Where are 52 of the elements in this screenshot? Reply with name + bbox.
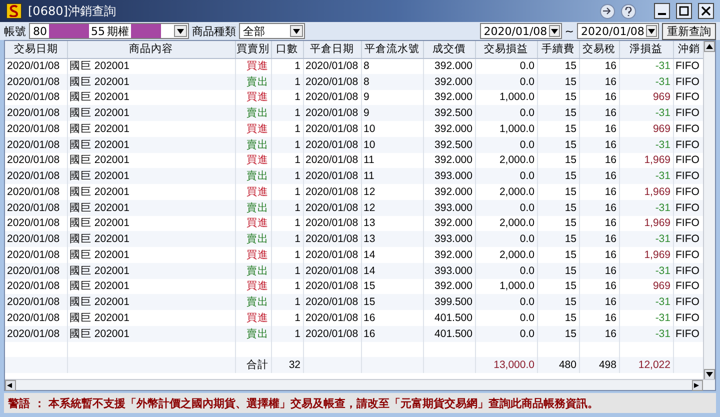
help-icon[interactable] xyxy=(621,4,636,18)
table-cell: 12,022 xyxy=(619,357,673,373)
column-header[interactable]: 交易稅 xyxy=(579,41,619,58)
dropdown-icon xyxy=(290,25,303,37)
redaction-block xyxy=(49,24,89,38)
scroll-right-icon[interactable] xyxy=(692,380,703,391)
warning-text: 警語 ： 本系統暫不支援「外幣計價之國內期貨、選擇權」交易及帳查，請改至「元富期貨交易網」查詢此商品帳務資訊。 xyxy=(8,396,599,410)
requery-button[interactable]: 重新查詢 xyxy=(662,22,716,40)
close-button[interactable] xyxy=(698,3,714,19)
scroll-down-icon[interactable] xyxy=(704,369,715,380)
table-cell: 13,000.0 xyxy=(475,357,537,373)
detach-icon[interactable] xyxy=(600,4,615,18)
table-cell: 480 xyxy=(537,357,579,373)
column-header[interactable]: 成交價 xyxy=(423,41,475,58)
horizontal-scrollbar[interactable] xyxy=(5,379,715,390)
product-type-label: 商品種類 xyxy=(192,24,236,38)
window-title: [0680]沖銷查詢 xyxy=(28,2,116,20)
maximize-button[interactable] xyxy=(676,3,692,19)
start-date-field[interactable]: 2020/01/08 xyxy=(480,23,562,39)
account-suffix: 55 xyxy=(91,24,105,38)
end-date-field[interactable]: 2020/01/08 xyxy=(577,23,659,39)
column-header[interactable]: 沖銷 xyxy=(673,41,705,58)
column-header[interactable]: 口數 xyxy=(271,41,303,58)
table-cell: 498 xyxy=(579,357,619,373)
dropdown-icon xyxy=(646,25,657,37)
column-header[interactable]: 買賣別 xyxy=(235,41,271,58)
account-dropdown[interactable]: 80 55 期權 xyxy=(29,23,189,39)
minimize-button[interactable] xyxy=(654,3,670,19)
table-cell: 32 xyxy=(271,357,303,373)
account-label: 帳號 xyxy=(4,24,26,38)
column-header[interactable]: 商品內容 xyxy=(67,41,235,58)
account-prefix: 80 xyxy=(33,24,47,38)
app-logo-icon xyxy=(6,3,22,19)
scroll-up-icon[interactable] xyxy=(704,41,715,52)
column-header[interactable]: 交易損益 xyxy=(475,41,537,58)
column-header[interactable]: 淨損益 xyxy=(619,41,673,58)
close-icon xyxy=(701,6,711,16)
maximize-icon xyxy=(679,6,689,16)
column-header[interactable]: 平倉流水號 xyxy=(361,41,423,58)
column-header[interactable]: 交易日期 xyxy=(5,41,67,58)
range-separator: ~ xyxy=(564,24,574,38)
dropdown-icon xyxy=(549,25,560,37)
column-header[interactable]: 手續費 xyxy=(537,41,579,58)
scroll-left-icon[interactable] xyxy=(5,380,16,391)
redaction-block xyxy=(131,24,161,38)
dropdown-icon xyxy=(174,25,187,37)
product-type-dropdown[interactable]: 全部 xyxy=(239,23,305,39)
column-header[interactable]: 平倉日期 xyxy=(303,41,361,58)
market-text: 期權 xyxy=(107,24,129,38)
minimize-icon xyxy=(658,13,666,15)
vertical-scrollbar[interactable] xyxy=(703,41,715,380)
total-label: 合計 xyxy=(235,357,271,373)
